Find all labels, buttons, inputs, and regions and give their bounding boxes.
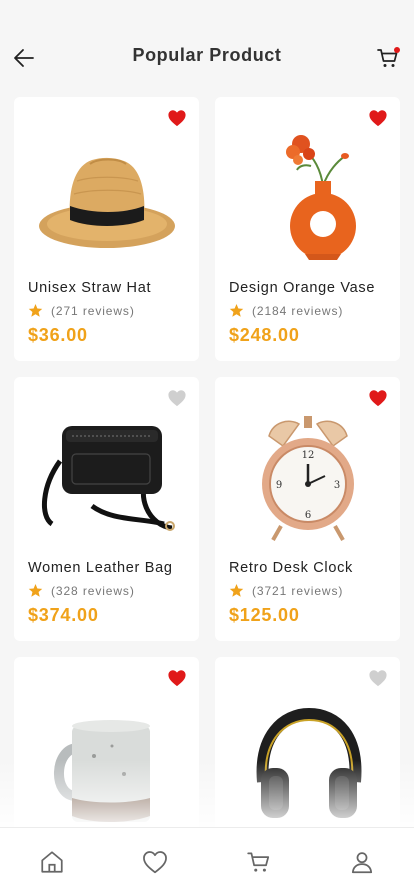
product-price: $374.00 (28, 605, 99, 625)
product-name[interactable]: Retro Desk Clock (229, 560, 353, 576)
star-icon (229, 303, 244, 317)
nav-home-button[interactable] (38, 848, 66, 876)
svg-text:3: 3 (333, 480, 339, 491)
product-image[interactable] (14, 677, 199, 827)
product-image[interactable]: 12 3 6 9 (215, 397, 400, 555)
product-name[interactable]: Unisex Straw Hat (28, 280, 151, 296)
product-image[interactable] (215, 117, 400, 275)
product-price: $248.00 (229, 325, 300, 345)
rating-row: (3721 reviews) (229, 583, 343, 598)
product-card[interactable] (14, 657, 199, 827)
nav-cart-button[interactable] (245, 848, 273, 876)
heart-icon (143, 851, 167, 874)
product-card[interactable]: 12 3 6 9 Retro Desk Clock (3721 reviews)… (215, 377, 400, 641)
cart-icon (247, 852, 270, 872)
product-price: $125.00 (229, 605, 300, 625)
product-card[interactable]: Design Orange Vase (2184 reviews) $248.0… (215, 97, 400, 361)
leather-bag-icon (41, 426, 175, 531)
nav-profile-button[interactable] (348, 848, 376, 876)
product-image[interactable] (14, 397, 199, 555)
ceramic-mug-icon (53, 720, 150, 822)
review-count: (328 reviews) (51, 583, 135, 598)
star-icon (28, 583, 43, 597)
rating-row: (271 reviews) (28, 303, 135, 318)
alarm-clock-icon: 12 3 6 9 (261, 416, 354, 541)
review-count: (2184 reviews) (252, 303, 344, 318)
product-name[interactable]: Women Leather Bag (28, 560, 173, 576)
nav-favorites-button[interactable] (141, 848, 169, 876)
headphones-icon (256, 707, 361, 818)
star-icon (28, 303, 43, 317)
product-image[interactable] (14, 117, 199, 275)
home-icon (41, 851, 63, 873)
product-grid: Unisex Straw Hat (271 reviews) $36.00 De… (0, 97, 414, 827)
straw-hat-icon (38, 157, 175, 248)
cart-notification-dot (394, 47, 400, 53)
svg-text:12: 12 (301, 450, 314, 461)
svg-text:9: 9 (275, 480, 281, 491)
review-count: (271 reviews) (51, 303, 135, 318)
rating-row: (328 reviews) (28, 583, 135, 598)
product-image[interactable] (215, 677, 400, 827)
product-card[interactable] (215, 657, 400, 827)
review-count: (3721 reviews) (252, 583, 344, 598)
bottom-nav (0, 827, 414, 896)
profile-icon (351, 852, 373, 874)
product-name[interactable]: Design Orange Vase (229, 280, 375, 296)
product-card[interactable]: Unisex Straw Hat (271 reviews) $36.00 (14, 97, 199, 361)
product-card[interactable]: Women Leather Bag (328 reviews) $374.00 (14, 377, 199, 641)
orange-vase-icon (285, 135, 356, 260)
product-price: $36.00 (28, 325, 88, 345)
page-title: Popular Product (132, 45, 282, 65)
top-bar: Popular Product (0, 0, 414, 96)
cart-button[interactable] (374, 44, 402, 72)
svg-text:6: 6 (304, 510, 310, 521)
rating-row: (2184 reviews) (229, 303, 343, 318)
star-icon (229, 583, 244, 597)
